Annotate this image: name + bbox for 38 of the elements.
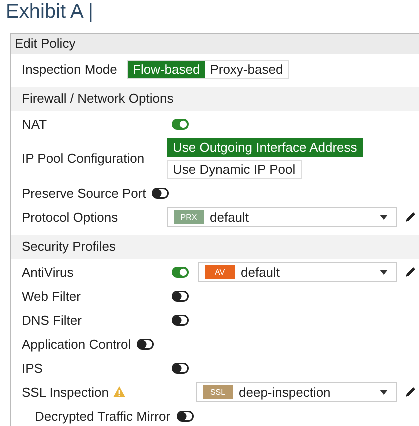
field-label: Application Control xyxy=(22,336,132,352)
toggle-switch-on[interactable] xyxy=(172,266,189,278)
field-label: Decrypted Traffic Mirror xyxy=(35,408,171,424)
field-label: Inspection Mode xyxy=(22,62,118,76)
field-label: IPS xyxy=(22,360,44,376)
choice-option[interactable]: Use Dynamic IP Pool xyxy=(167,160,302,179)
field-label: DNS Filter xyxy=(22,312,83,328)
toggle-switch-off[interactable] xyxy=(172,290,189,302)
caret-icon xyxy=(380,214,388,220)
field-label: NAT xyxy=(22,116,48,132)
toggle-switch-off[interactable] xyxy=(152,188,170,198)
field-label: Preserve Source Port xyxy=(22,186,146,200)
toggle-switch-off[interactable] xyxy=(172,314,189,326)
caret-icon xyxy=(380,390,388,394)
field-label: Web Filter xyxy=(22,288,82,304)
field-label: Protocol Options xyxy=(22,210,120,224)
field-label: SSL Inspection xyxy=(22,384,167,400)
profile-dropdown[interactable]: SSL deep-inspection xyxy=(196,382,397,402)
toggle-switch-off[interactable] xyxy=(172,362,189,374)
choice-option-selected[interactable]: Use Outgoing Interface Address xyxy=(167,138,364,157)
pencil-icon[interactable] xyxy=(405,386,417,398)
toggle-switch-on[interactable] xyxy=(172,118,189,130)
panel-title: Edit Policy xyxy=(11,34,419,54)
profile-tag: SSL xyxy=(203,385,233,399)
pencil-icon[interactable] xyxy=(405,266,417,278)
field-label: IP Pool Configuration xyxy=(22,151,146,166)
profile-tag: PRX xyxy=(174,210,204,224)
profile-dropdown[interactable]: PRX default xyxy=(167,207,397,227)
profile-dropdown[interactable]: AV default xyxy=(198,262,397,282)
caret-icon xyxy=(380,270,388,274)
section-header: Security Profiles xyxy=(11,235,419,259)
toggle-switch-off[interactable] xyxy=(137,338,154,350)
exhibit-title: Exhibit A | xyxy=(5,0,94,25)
pencil-icon[interactable] xyxy=(405,211,417,223)
toggle-switch-off[interactable] xyxy=(176,410,194,422)
section-header: Firewall / Network Options xyxy=(11,87,419,111)
field-label: AntiVirus xyxy=(22,264,75,280)
profile-tag: AV xyxy=(205,265,235,279)
